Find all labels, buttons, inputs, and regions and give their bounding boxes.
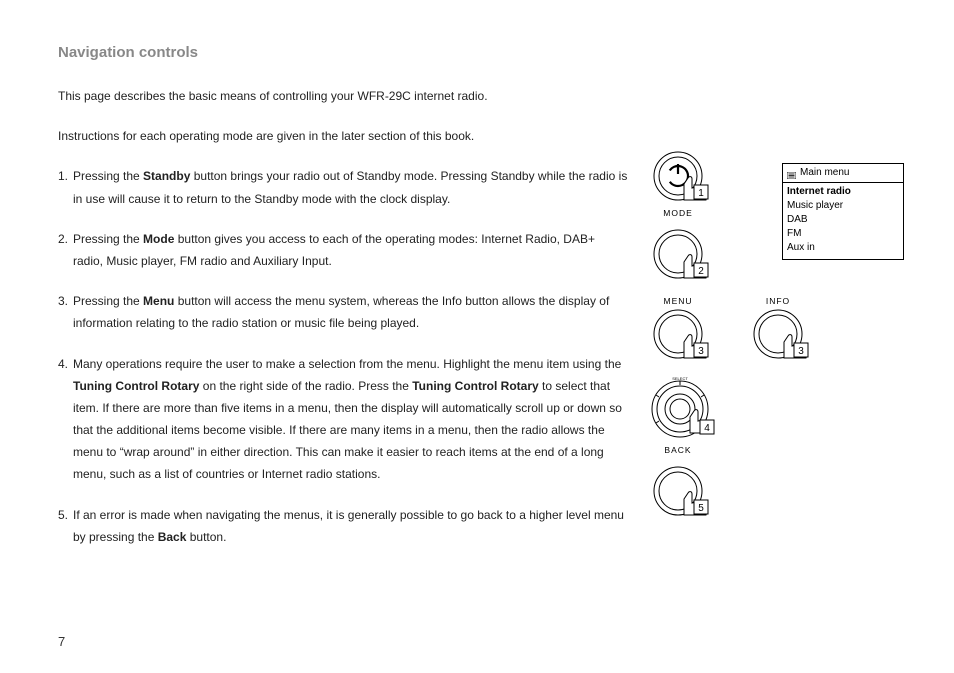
list-item-2: 2. Pressing the Mode button gives you ac… bbox=[58, 228, 628, 272]
figure-menu-info-pair: MENU 3 INFO bbox=[650, 294, 770, 369]
list-item-3: 3. Pressing the Menu button will access … bbox=[58, 290, 628, 334]
list-item-body: Pressing the Menu button will access the… bbox=[73, 290, 628, 334]
list-item-body: Pressing the Standby button brings your … bbox=[73, 165, 628, 209]
menu-item-music-player: Music player bbox=[787, 199, 899, 213]
menu-button-icon: 3 bbox=[650, 308, 720, 364]
back-button-icon: 5 bbox=[650, 465, 720, 521]
menu-item-dab: DAB bbox=[787, 213, 899, 227]
bold-menu: Menu bbox=[143, 294, 174, 308]
list-item-number: 4. bbox=[58, 353, 73, 486]
callout-3a: 3 bbox=[698, 346, 704, 357]
bold-tuning-rotary-2: Tuning Control Rotary bbox=[412, 379, 538, 393]
bold-back: Back bbox=[158, 530, 187, 544]
list-item-1: 1. Pressing the Standby button brings yo… bbox=[58, 165, 628, 209]
callout-3b: 3 bbox=[798, 346, 804, 357]
bold-standby: Standby bbox=[143, 169, 190, 183]
figure-info: INFO 3 bbox=[750, 294, 820, 369]
main-menu-title: Main menu bbox=[800, 166, 849, 180]
callout-4: 4 bbox=[704, 423, 710, 434]
list-item-body: If an error is made when navigating the … bbox=[73, 504, 628, 548]
menu-item-aux-in: Aux in bbox=[787, 241, 899, 255]
svg-text:SELECT: SELECT bbox=[672, 377, 688, 381]
figure-standby: 1 MODE bbox=[650, 150, 720, 218]
list-item-number: 2. bbox=[58, 228, 73, 272]
info-button-icon: 3 bbox=[750, 308, 820, 364]
manual-page: Navigation controls This page describes … bbox=[0, 0, 954, 673]
rotary-knob-icon: SELECT 4 bbox=[650, 377, 728, 443]
figure-tuning-rotary: SELECT 4 BACK bbox=[650, 377, 720, 455]
list-item-5: 5. If an error is made when navigating t… bbox=[58, 504, 628, 548]
callout-2: 2 bbox=[698, 266, 704, 277]
figure-mode: 2 bbox=[650, 228, 720, 284]
figure-back: 5 bbox=[650, 465, 720, 521]
page-number: 7 bbox=[58, 634, 65, 649]
intro-para-2: Instructions for each operating mode are… bbox=[58, 125, 628, 147]
menu-item-internet-radio: Internet radio bbox=[787, 185, 899, 199]
label-mode: MODE bbox=[650, 208, 706, 218]
bold-tuning-rotary-1: Tuning Control Rotary bbox=[73, 379, 199, 393]
bold-mode: Mode bbox=[143, 232, 174, 246]
main-menu-items: Internet radio Music player DAB FM Aux i… bbox=[783, 183, 903, 259]
callout-1: 1 bbox=[698, 188, 704, 199]
callout-5: 5 bbox=[698, 503, 704, 514]
standby-button-icon: 1 bbox=[650, 150, 720, 206]
intro-para-1: This page describes the basic means of c… bbox=[58, 85, 628, 107]
label-back: BACK bbox=[650, 445, 706, 455]
body-text: This page describes the basic means of c… bbox=[58, 85, 628, 566]
label-menu: MENU bbox=[650, 296, 706, 306]
menu-item-fm: FM bbox=[787, 227, 899, 241]
list-item-number: 1. bbox=[58, 165, 73, 209]
list-item-body: Pressing the Mode button gives you acces… bbox=[73, 228, 628, 272]
label-info: INFO bbox=[750, 296, 806, 306]
list-item-number: 3. bbox=[58, 290, 73, 334]
display-main-menu: Main menu Internet radio Music player DA… bbox=[782, 163, 904, 260]
page-title: Navigation controls bbox=[58, 44, 198, 61]
list-item-4: 4. Many operations require the user to m… bbox=[58, 353, 628, 486]
list-item-body: Many operations require the user to make… bbox=[73, 353, 628, 486]
menu-list-icon bbox=[787, 170, 796, 177]
figure-column: 1 MODE 2 MENU bbox=[650, 150, 770, 531]
main-menu-title-row: Main menu bbox=[783, 164, 903, 183]
mode-button-icon: 2 bbox=[650, 228, 720, 284]
list-item-number: 5. bbox=[58, 504, 73, 548]
figure-menu: MENU 3 bbox=[650, 294, 720, 369]
